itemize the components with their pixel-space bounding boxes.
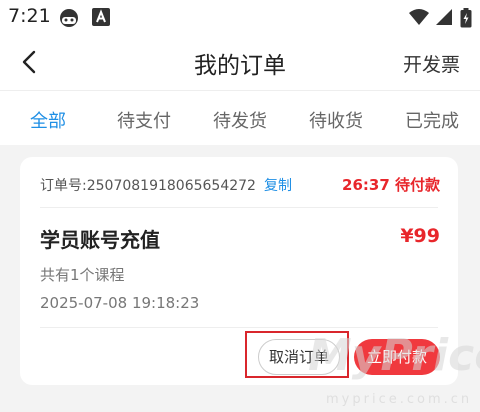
watermark: MyPrice myprice.com.cn (300, 330, 480, 412)
signal-icon (435, 8, 453, 30)
order-status: 26:37 待付款 (342, 176, 440, 194)
order-tabs: 全部 待支付 待发货 待收货 已完成 (0, 90, 480, 145)
divider (40, 207, 438, 208)
tab-all[interactable]: 全部 (8, 107, 88, 133)
battery-icon (460, 8, 472, 32)
status-bar: 7:21 (0, 0, 480, 34)
order-number: 订单号:2507081918065654272 (40, 178, 256, 194)
status-time: 7:21 (8, 5, 51, 27)
product-price: ¥99 (400, 225, 440, 247)
divider (40, 327, 438, 328)
invoice-button[interactable]: 开发票 (403, 50, 460, 77)
watermark-logo: MyPrice (308, 330, 480, 381)
course-count: 共有1个课程 (40, 266, 125, 284)
tab-pending-shipment[interactable]: 待发货 (200, 107, 280, 133)
copy-order-number-button[interactable]: 复制 (264, 175, 292, 195)
tab-pending-receipt[interactable]: 待收货 (296, 107, 376, 133)
product-name: 学员账号充值 (40, 228, 160, 252)
app-a-icon (92, 8, 110, 30)
tab-pending-payment[interactable]: 待支付 (104, 107, 184, 133)
game-controller-icon (58, 8, 80, 32)
order-created-time: 2025-07-08 19:18:23 (40, 294, 200, 312)
watermark-url: myprice.com.cn (326, 392, 473, 407)
tab-completed[interactable]: 已完成 (392, 107, 472, 133)
wifi-icon (408, 8, 430, 30)
app-header: 我的订单 开发票 (0, 34, 480, 90)
